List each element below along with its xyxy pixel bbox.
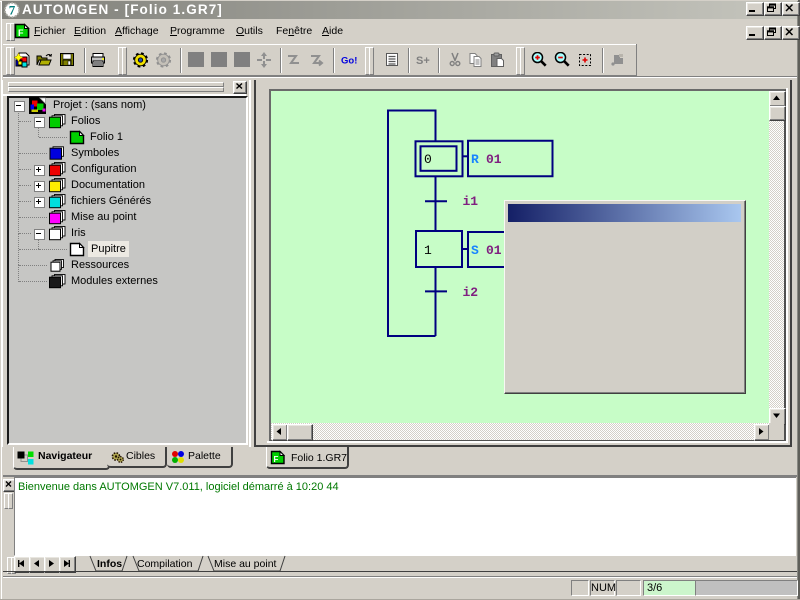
svg-text:R: R bbox=[471, 152, 479, 167]
svg-text:i2: i2 bbox=[463, 285, 479, 300]
svg-text:S+: S+ bbox=[416, 55, 430, 67]
svg-text:Go!: Go! bbox=[341, 56, 357, 67]
svg-text:01: 01 bbox=[486, 152, 502, 167]
svg-text:F: F bbox=[274, 455, 279, 464]
svg-text:S: S bbox=[471, 243, 479, 258]
svg-text:0: 0 bbox=[424, 152, 432, 167]
svg-text:i1: i1 bbox=[463, 194, 479, 209]
svg-text:01: 01 bbox=[486, 243, 502, 258]
svg-text:1: 1 bbox=[424, 243, 432, 258]
svg-text:7: 7 bbox=[9, 3, 16, 18]
